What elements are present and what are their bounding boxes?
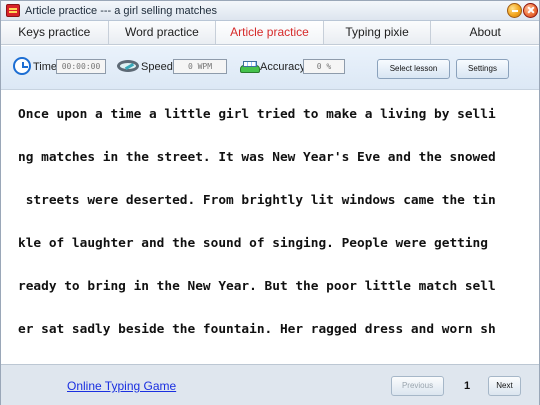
accuracy-field: 0 %: [303, 59, 345, 74]
time-field: 00:00:00: [56, 59, 106, 74]
article-line: Once upon a time a little girl tried to …: [18, 107, 496, 122]
next-button[interactable]: Next: [488, 376, 521, 396]
settings-button[interactable]: Settings: [456, 59, 509, 79]
time-label: Time: [33, 61, 58, 73]
app-window: Article practice --- a girl selling matc…: [0, 0, 540, 405]
footer-bar: Online Typing Game Previous 1 Next: [1, 364, 539, 405]
article-line: er sat sadly beside the fountain. Her ra…: [18, 322, 496, 337]
tab-about[interactable]: About: [431, 21, 539, 44]
tab-keys-practice[interactable]: Keys practice: [1, 21, 109, 44]
title-bar: Article practice --- a girl selling matc…: [1, 1, 539, 21]
app-icon: [6, 4, 20, 17]
tab-typing-pixie[interactable]: Typing pixie: [324, 21, 432, 44]
article-line: streets were deserted. From brightly lit…: [18, 193, 496, 208]
accuracy-label: Accuracy: [260, 61, 306, 73]
keyboard-icon: [239, 56, 260, 76]
speed-label: Speed: [141, 61, 173, 73]
article-line: ng matches in the street. It was New Yea…: [18, 150, 496, 165]
article-line: kle of laughter and the sound of singing…: [18, 236, 496, 251]
speedometer-icon: [117, 58, 139, 74]
tab-word-practice[interactable]: Word practice: [109, 21, 217, 44]
close-icon[interactable]: [523, 3, 538, 18]
main-tabs: Keys practice Word practice Article prac…: [1, 21, 539, 45]
online-typing-game-link[interactable]: Online Typing Game: [67, 379, 176, 393]
minimize-icon[interactable]: [507, 3, 522, 18]
tab-article-practice[interactable]: Article practice: [216, 21, 324, 44]
article-text-area[interactable]: Once upon a time a little girl tried to …: [1, 91, 539, 363]
clock-icon: [13, 57, 31, 75]
page-number: 1: [464, 380, 471, 392]
stats-toolbar: Time 00:00:00 Speed 0 WPM Accuracy 0 % S…: [1, 46, 539, 90]
speed-field: 0 WPM: [173, 59, 227, 74]
previous-button[interactable]: Previous: [391, 376, 444, 396]
window-title: Article practice --- a girl selling matc…: [25, 5, 217, 17]
article-line: ready to bring in the New Year. But the …: [18, 279, 496, 294]
select-lesson-button[interactable]: Select lesson: [377, 59, 450, 79]
